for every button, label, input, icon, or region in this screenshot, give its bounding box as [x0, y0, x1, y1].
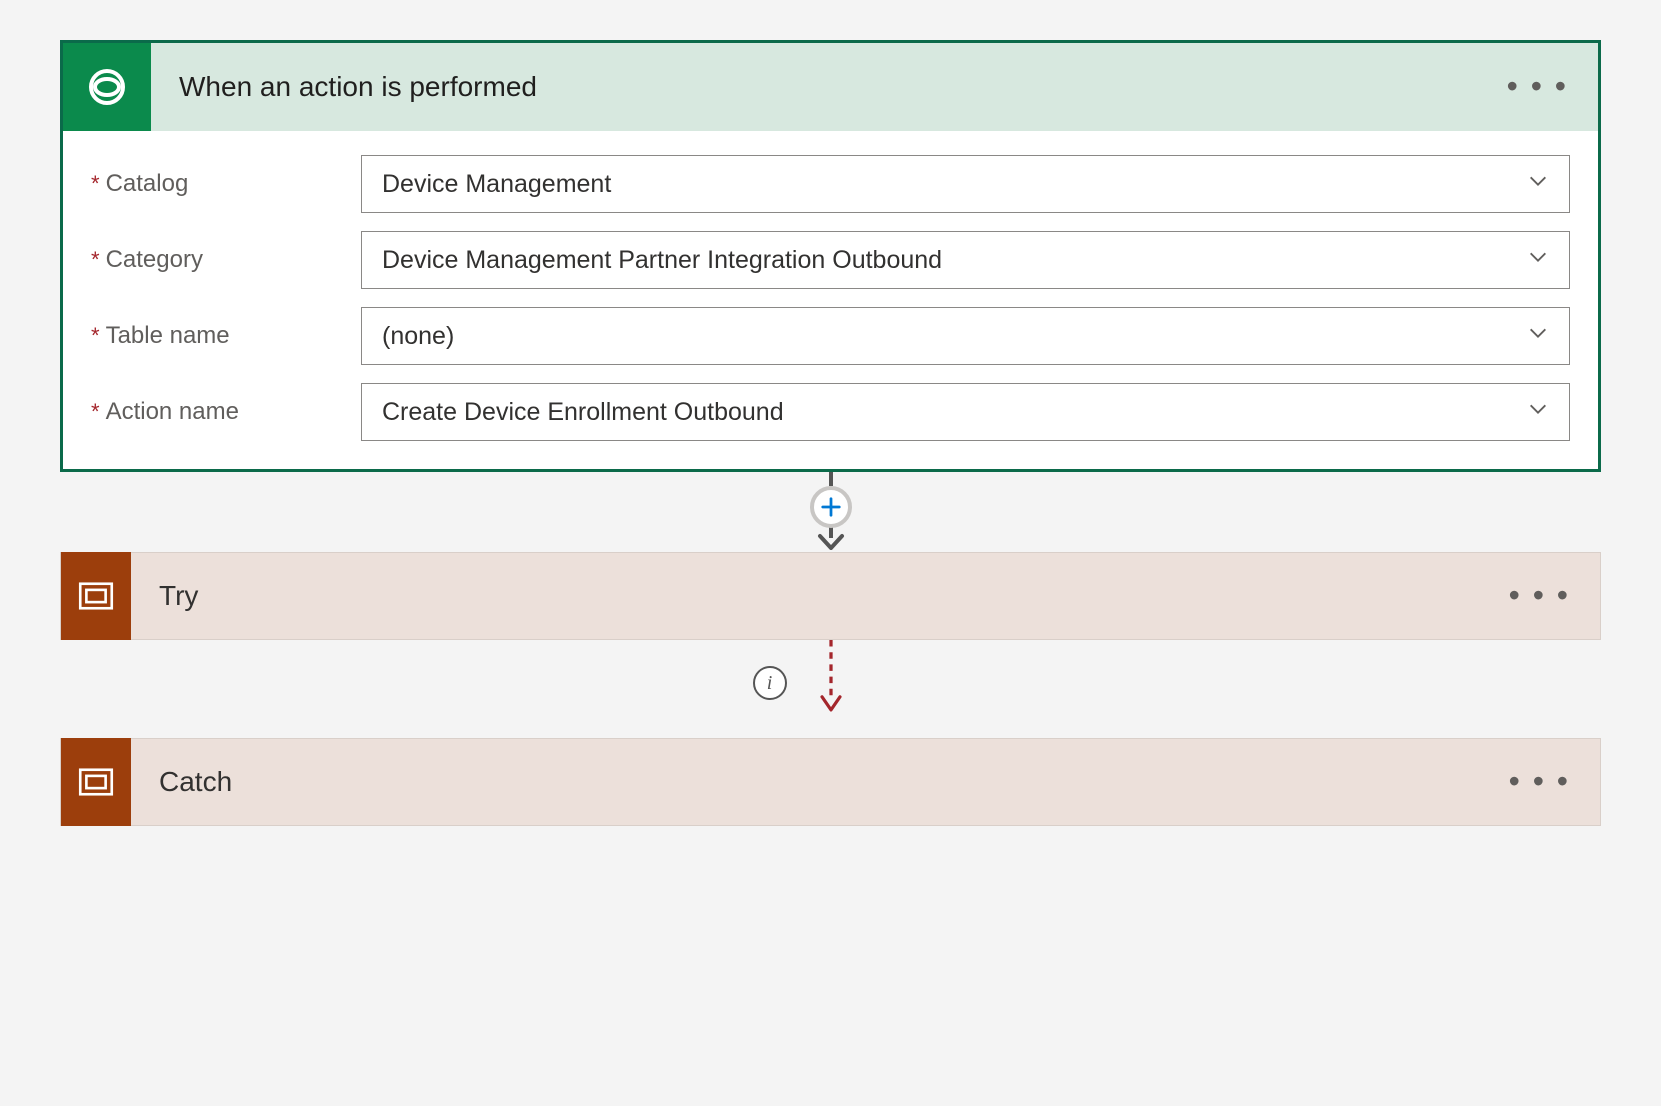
field-label: *Table name [91, 322, 361, 350]
chevron-down-icon [1527, 322, 1549, 351]
plus-icon [820, 496, 842, 518]
dashed-arrow-down-icon [814, 640, 848, 718]
catalog-select[interactable]: Device Management [361, 155, 1570, 213]
action-name-select[interactable]: Create Device Enrollment Outbound [361, 383, 1570, 441]
field-row-action-name: *Action name Create Device Enrollment Ou… [91, 383, 1570, 441]
field-label: *Action name [91, 398, 361, 426]
add-step-button[interactable] [810, 486, 852, 528]
info-icon: i [767, 672, 773, 695]
chevron-down-icon [1527, 398, 1549, 427]
catch-scope-card[interactable]: Catch • • • [60, 738, 1601, 826]
dataverse-swirl-icon [63, 43, 151, 131]
catch-menu-button[interactable]: • • • [1509, 777, 1600, 787]
try-title: Try [131, 580, 1509, 612]
field-row-category: *Category Device Management Partner Inte… [91, 231, 1570, 289]
select-value: (none) [382, 322, 454, 351]
connector-line [829, 472, 833, 486]
field-row-table-name: *Table name (none) [91, 307, 1570, 365]
trigger-menu-button[interactable]: • • • [1507, 82, 1598, 92]
field-label: *Category [91, 246, 361, 274]
field-label: *Catalog [91, 170, 361, 198]
trigger-header[interactable]: When an action is performed • • • [63, 43, 1598, 131]
scope-icon [61, 738, 131, 826]
add-step-connector [60, 472, 1601, 552]
chevron-down-icon [1527, 246, 1549, 275]
chevron-down-icon [1527, 170, 1549, 199]
select-value: Device Management [382, 170, 611, 199]
trigger-title: When an action is performed [151, 71, 1507, 103]
select-value: Device Management Partner Integration Ou… [382, 246, 942, 275]
run-after-info-button[interactable]: i [753, 666, 787, 700]
scope-icon [61, 552, 131, 640]
table-name-select[interactable]: (none) [361, 307, 1570, 365]
category-select[interactable]: Device Management Partner Integration Ou… [361, 231, 1570, 289]
field-row-catalog: *Catalog Device Management [91, 155, 1570, 213]
run-after-connector: i [60, 640, 1601, 738]
try-menu-button[interactable]: • • • [1509, 591, 1600, 601]
try-scope-card[interactable]: Try • • • [60, 552, 1601, 640]
catch-title: Catch [131, 766, 1509, 798]
select-value: Create Device Enrollment Outbound [382, 398, 784, 427]
trigger-card: When an action is performed • • • *Catal… [60, 40, 1601, 472]
trigger-body: *Catalog Device Management *Category Dev… [63, 131, 1598, 469]
